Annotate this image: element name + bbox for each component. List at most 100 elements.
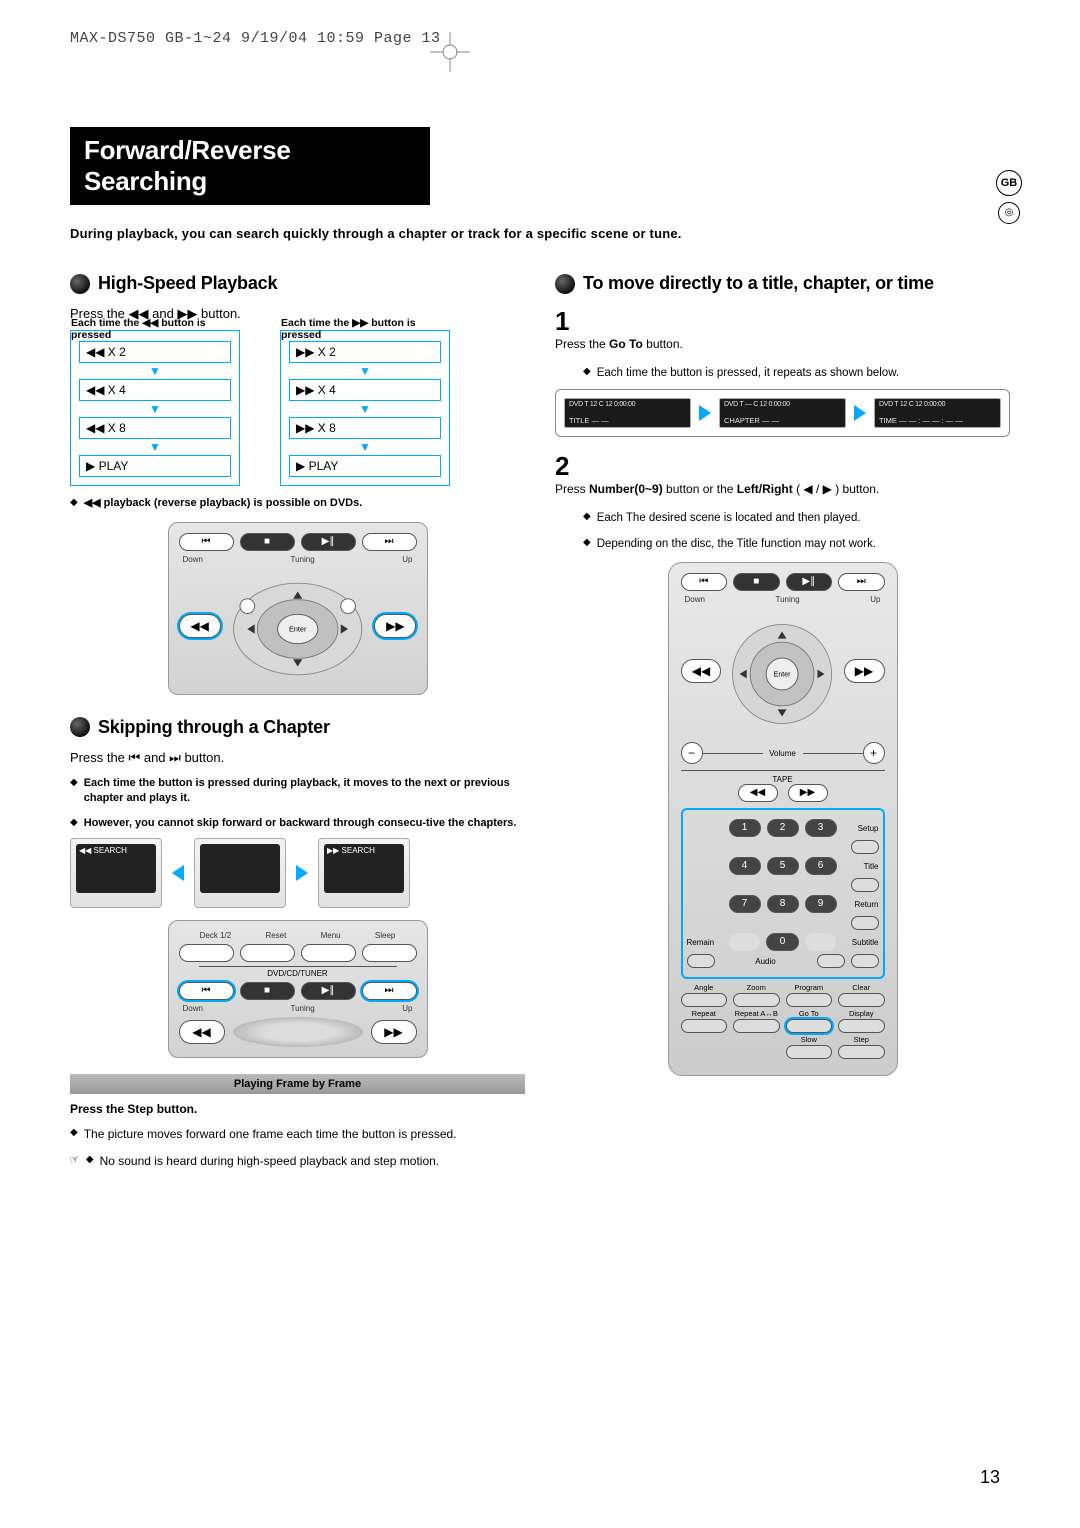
rewind-button: ◀◀ bbox=[179, 614, 221, 638]
prev-button: ⏮ bbox=[179, 533, 234, 551]
num-9-button: 9 bbox=[805, 895, 837, 913]
lbl-repeat: Repeat bbox=[681, 1009, 728, 1018]
remain-button bbox=[687, 954, 715, 968]
tv-icon: ◀◀ SEARCH bbox=[70, 838, 162, 908]
speed-l-3: ▶ PLAY bbox=[79, 455, 231, 477]
right-arrow-icon bbox=[296, 865, 308, 881]
speed-l-2: ◀◀ X 8 bbox=[79, 417, 231, 439]
slow-button bbox=[786, 1045, 833, 1059]
speed-r-2: ▶▶ X 8 bbox=[289, 417, 441, 439]
next-button: ⏭ bbox=[362, 982, 417, 1000]
right-arrow-icon bbox=[699, 405, 711, 421]
down-arrow-icon: ▼ bbox=[289, 367, 441, 375]
label-up: Up bbox=[402, 555, 412, 564]
speed-col-forward: Each time the ▶▶ button is pressed ▶▶ X … bbox=[280, 330, 450, 486]
remote-bottom: Deck 1/2 Reset Menu Sleep DVD/CD/TUNER ⏮ bbox=[168, 920, 428, 1058]
tv-icon bbox=[194, 838, 286, 908]
speed-l-0: ◀◀ X 2 bbox=[79, 341, 231, 363]
num-3-button: 3 bbox=[805, 819, 837, 837]
play-pause-button: ▶∥ bbox=[301, 982, 356, 1000]
running-header: MAX-DS750 GB-1~24 9/19/04 10:59 Page 13 bbox=[70, 30, 1010, 47]
hand-note: No sound is heard during high-speed play… bbox=[100, 1153, 525, 1170]
speed-hdr-l: Each time the ◀◀ button is pressed bbox=[71, 317, 239, 341]
highspeed-heading: High-Speed Playback bbox=[98, 273, 277, 294]
skipping-press: Press the ⏮ and ⏭ button. bbox=[70, 750, 525, 766]
down-arrow-icon: ▼ bbox=[79, 367, 231, 375]
step1-sub: Each time the button is pressed, it repe… bbox=[597, 365, 1010, 381]
diamond-icon: ◆ bbox=[86, 1153, 94, 1170]
play-pause-button: ▶∥ bbox=[786, 573, 833, 591]
volume-label: Volume bbox=[703, 749, 863, 758]
diamond-icon: ◆ bbox=[70, 1126, 78, 1143]
forward-button: ▶▶ bbox=[844, 659, 885, 683]
reverse-note: ◀◀ playback (reverse playback) is possib… bbox=[84, 496, 525, 511]
label-tuning: Tuning bbox=[776, 595, 800, 604]
label-down: Down bbox=[183, 1004, 203, 1013]
osd-cycle-box: DVD T 12 C 12 0:00:00 TITLE — — DVD T — … bbox=[555, 389, 1010, 437]
label-down: Down bbox=[685, 595, 705, 604]
lbl-return: Return bbox=[843, 900, 879, 909]
down-arrow-icon: ▼ bbox=[289, 405, 441, 413]
skip-bullet-0: Each time the button is pressed during p… bbox=[84, 776, 525, 807]
title-button bbox=[851, 878, 879, 892]
lbl-slow: Slow bbox=[786, 1035, 833, 1044]
label-tuning: Tuning bbox=[291, 555, 315, 564]
step-line: Press the Step button. bbox=[70, 1102, 525, 1116]
lbl-step: Step bbox=[838, 1035, 885, 1044]
speed-r-1: ▶▶ X 4 bbox=[289, 379, 441, 401]
num-7-button: 7 bbox=[729, 895, 761, 913]
osd-time: DVD T 12 C 12 0:00:00 TIME — — : — — : —… bbox=[874, 398, 1001, 428]
frame-bar: Playing Frame by Frame bbox=[70, 1074, 525, 1094]
step-1-text: Press the Go To button. bbox=[555, 337, 978, 351]
step2-b1: Depending on the disc, the Title functio… bbox=[597, 536, 1010, 552]
label-up: Up bbox=[870, 595, 880, 604]
dvd-label: DVD/CD/TUNER bbox=[199, 966, 397, 978]
zoom-button bbox=[733, 993, 780, 1007]
audio-button bbox=[817, 954, 845, 968]
disc-badge-icon: ◎ bbox=[998, 202, 1020, 224]
lbl-reset: Reset bbox=[265, 931, 286, 940]
vol-down-button: − bbox=[681, 742, 703, 764]
goto-button bbox=[786, 1019, 833, 1033]
diamond-icon: ◆ bbox=[70, 776, 78, 807]
intro-text: During playback, you can search quickly … bbox=[70, 225, 1010, 243]
num-8-button: 8 bbox=[767, 895, 799, 913]
menu-button bbox=[301, 944, 356, 962]
label-up: Up bbox=[402, 1004, 412, 1013]
tape-rew-button: ◀◀ bbox=[738, 784, 778, 802]
repeat-ab-button bbox=[733, 1019, 780, 1033]
rewind-button: ◀◀ bbox=[179, 1020, 225, 1044]
next-button: ⏭ bbox=[838, 573, 885, 591]
prev-button: ⏮ bbox=[179, 982, 234, 1000]
page-title: Forward/Reverse Searching bbox=[70, 127, 430, 205]
skipping-heading: Skipping through a Chapter bbox=[98, 717, 330, 738]
next-button: ⏭ bbox=[362, 533, 417, 551]
forward-button: ▶▶ bbox=[374, 614, 416, 638]
search-label-r: ▶▶ SEARCH bbox=[327, 846, 375, 855]
num-4-button: 4 bbox=[729, 857, 761, 875]
remote-top: ⏮ ■ ▶∥ ⏭ Down Tuning Up ◀◀ bbox=[168, 522, 428, 695]
stop-button: ■ bbox=[240, 533, 295, 551]
repeat-button bbox=[681, 1019, 728, 1033]
rewind-button: ◀◀ bbox=[681, 659, 722, 683]
search-label-l: ◀◀ SEARCH bbox=[79, 846, 127, 855]
sleep-button bbox=[362, 944, 417, 962]
speed-col-rewind: Each time the ◀◀ button is pressed ◀◀ X … bbox=[70, 330, 240, 486]
lbl-subtitle: Subtitle bbox=[842, 938, 878, 947]
osd-chapter: DVD T — C 12 0:00:00 CHAPTER — — bbox=[719, 398, 846, 428]
return-button bbox=[851, 916, 879, 930]
osd-title: DVD T 12 C 12 0:00:00 TITLE — — bbox=[564, 398, 691, 428]
subtitle-button bbox=[851, 954, 879, 968]
diamond-icon: ◆ bbox=[70, 816, 78, 831]
play-pause-button: ▶∥ bbox=[301, 533, 356, 551]
display-button bbox=[838, 1019, 885, 1033]
vol-up-button: + bbox=[863, 742, 885, 764]
setup-button bbox=[851, 840, 879, 854]
down-arrow-icon: ▼ bbox=[289, 443, 441, 451]
step-note: The picture moves forward one frame each… bbox=[84, 1126, 525, 1143]
pointing-hand-icon: ☞ bbox=[69, 1152, 82, 1170]
label-tuning: Tuning bbox=[291, 1004, 315, 1013]
lbl-sleep: Sleep bbox=[375, 931, 395, 940]
bullet-icon bbox=[70, 274, 90, 294]
prev-button: ⏮ bbox=[681, 573, 728, 591]
